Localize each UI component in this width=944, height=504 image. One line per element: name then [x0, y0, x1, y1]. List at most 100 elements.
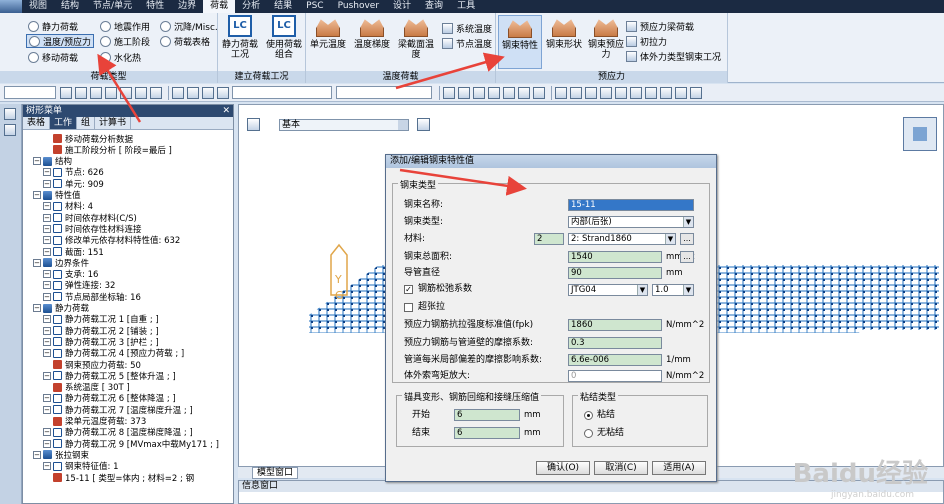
- expand-icon[interactable]: −: [43, 428, 51, 437]
- tree-item[interactable]: − 修改单元依存材料特性值: 632: [43, 235, 180, 246]
- temp-prestress-button[interactable]: 温度/预应力: [26, 34, 95, 48]
- window-select-icon[interactable]: [90, 86, 102, 99]
- expand-icon[interactable]: −: [43, 224, 51, 233]
- material-id-input[interactable]: 2: [534, 233, 564, 245]
- intersect-select-icon[interactable]: [120, 86, 132, 99]
- expand-icon[interactable]: −: [33, 157, 41, 166]
- beam-section-temp-button[interactable]: 梁截面温度: [394, 15, 438, 69]
- tree-item[interactable]: 15-11 [ 类型=体内 ; 材料=2 ; 钢: [53, 472, 194, 484]
- area-input[interactable]: 1540: [568, 251, 662, 263]
- menu-item[interactable]: 工具: [450, 0, 482, 13]
- menu-item[interactable]: 节点/单元: [86, 0, 139, 13]
- ok-button[interactable]: 确认(O): [536, 461, 590, 475]
- tendon-property-button[interactable]: 钢束特性: [498, 15, 542, 69]
- app-logo-icon[interactable]: [0, 0, 22, 13]
- tree-item[interactable]: − 边界条件: [33, 257, 89, 269]
- static-load-button[interactable]: 静力荷载: [28, 19, 78, 33]
- relaxation-checkbox[interactable]: ✓: [404, 285, 413, 294]
- expand-icon[interactable]: −: [43, 247, 51, 256]
- deselect-icon[interactable]: [150, 86, 162, 99]
- tree-item[interactable]: − 支承: 16: [43, 269, 98, 280]
- tendon-profile-button[interactable]: 钢束形状: [542, 15, 586, 69]
- tree-item[interactable]: − 弹性连接: 32: [43, 280, 115, 291]
- tree-item[interactable]: 移动荷载分析数据: [53, 133, 133, 145]
- tree-item[interactable]: − 静力荷载工况 8 [温度梯度降温 ; ]: [43, 427, 193, 438]
- tree-item[interactable]: − 时间依存性材料连接: [43, 223, 142, 235]
- polygon-select-icon[interactable]: [105, 86, 117, 99]
- expand-icon[interactable]: −: [43, 394, 51, 403]
- static-load-case-button[interactable]: LC 静力荷载工况: [218, 15, 262, 69]
- expand-icon[interactable]: −: [43, 236, 51, 245]
- load-combination-button[interactable]: LC 使用荷载组合: [262, 15, 306, 69]
- menu-item[interactable]: 结果: [267, 0, 299, 13]
- menu-item[interactable]: 分析: [235, 0, 267, 13]
- axis-icon[interactable]: [690, 86, 702, 99]
- friction-input[interactable]: 0.3: [568, 337, 662, 349]
- node-temp-button[interactable]: 节点温度: [442, 36, 492, 50]
- plane-select-icon[interactable]: [135, 86, 147, 99]
- expand-icon[interactable]: −: [43, 337, 51, 346]
- expand-icon[interactable]: −: [43, 371, 51, 380]
- expand-icon[interactable]: −: [43, 349, 51, 358]
- select-icon[interactable]: [75, 86, 87, 99]
- tree-item[interactable]: 施工阶段分析 [ 阶段=最后 ]: [53, 144, 172, 156]
- tendon-prestress-button[interactable]: 钢束预应力: [584, 15, 628, 69]
- save-icon[interactable]: [60, 86, 72, 99]
- shrink-icon[interactable]: [533, 86, 545, 99]
- expand-icon[interactable]: −: [43, 179, 51, 188]
- expand-icon[interactable]: −: [33, 258, 41, 267]
- expand-icon[interactable]: −: [43, 405, 51, 414]
- menu-item[interactable]: 荷载: [203, 0, 236, 13]
- tree-item[interactable]: − 时间依存材料(C/S): [43, 212, 137, 224]
- tree-toggle-icon[interactable]: [4, 108, 16, 120]
- tree-list[interactable]: 移动荷载分析数据 施工阶段分析 [ 阶段=最后 ] − 结构 − 节点: 626− 单元: …: [23, 131, 233, 503]
- overstress-checkbox[interactable]: [404, 303, 413, 312]
- tree-item[interactable]: − 特性值: [33, 190, 81, 201]
- node-icon[interactable]: [443, 86, 455, 99]
- tree-item[interactable]: − 静力荷载工况 4 [预应力荷载 ; ]: [43, 348, 184, 359]
- prestress-beam-load-button[interactable]: 预应力梁荷载: [626, 19, 694, 33]
- tree-item[interactable]: − 静力荷载工况 9 [MVmax中载My171 ; ]: [43, 438, 219, 450]
- rotate-icon[interactable]: [202, 86, 214, 99]
- seismic-button[interactable]: 地震作用: [100, 19, 150, 33]
- anchor-start-input[interactable]: 6: [454, 409, 520, 421]
- menu-item[interactable]: Pushover: [331, 0, 386, 13]
- tendon-name-input[interactable]: 15-11: [568, 199, 694, 211]
- menu-item[interactable]: 视图: [22, 0, 54, 13]
- pan-icon[interactable]: [187, 86, 199, 99]
- menu-item[interactable]: 边界: [171, 0, 203, 13]
- tree-item[interactable]: 钢束预应力荷载: 50: [53, 359, 141, 371]
- display-icon[interactable]: [503, 86, 515, 99]
- construction-stage-button[interactable]: 施工阶段: [100, 34, 150, 48]
- tree-item[interactable]: 系统温度 [ 30T ]: [53, 382, 130, 393]
- menu-item[interactable]: PSC: [299, 0, 330, 13]
- expand-icon[interactable]: −: [43, 326, 51, 335]
- fit-icon[interactable]: [217, 86, 229, 99]
- chevron-down-icon[interactable]: ▼: [665, 234, 675, 244]
- task-pane-icon[interactable]: [4, 124, 16, 136]
- tree-item[interactable]: − 钢束特征值: 1: [43, 461, 118, 472]
- expand-icon[interactable]: −: [43, 202, 51, 211]
- expand-icon[interactable]: −: [33, 191, 41, 199]
- expand-icon[interactable]: −: [33, 304, 41, 312]
- tree-item[interactable]: − 静力荷载工况 5 [整体升温 ; ]: [43, 370, 176, 382]
- tree-item[interactable]: − 静力荷载: [33, 303, 89, 314]
- expand-icon[interactable]: −: [43, 270, 51, 279]
- relaxation-factor-select[interactable]: 1.0 ▼: [652, 284, 694, 296]
- iso-view-icon[interactable]: [600, 86, 612, 99]
- grid-icon[interactable]: [645, 86, 657, 99]
- load-icon[interactable]: [488, 86, 500, 99]
- tree-item[interactable]: − 单元: 909: [43, 178, 104, 190]
- heat-of-hydration-button[interactable]: 水化热: [100, 50, 141, 64]
- anchor-end-input[interactable]: 6: [454, 427, 520, 439]
- render-icon[interactable]: [630, 86, 642, 99]
- tree-tab[interactable]: 组: [77, 117, 96, 129]
- external-tendon-case-button[interactable]: 体外力类型钢束工况: [626, 49, 721, 63]
- bonded-radio[interactable]: [584, 411, 593, 420]
- tendon-type-select[interactable]: 内部(后张) ▼: [568, 216, 694, 228]
- tree-tab[interactable]: 计算书: [95, 117, 132, 129]
- tree-item[interactable]: − 节点局部坐标轴: 16: [43, 291, 141, 303]
- settlement-button[interactable]: 沉降/Misc.: [160, 19, 218, 33]
- element-temp-button[interactable]: 单元温度: [306, 15, 350, 69]
- select-mode-combo[interactable]: [232, 86, 332, 99]
